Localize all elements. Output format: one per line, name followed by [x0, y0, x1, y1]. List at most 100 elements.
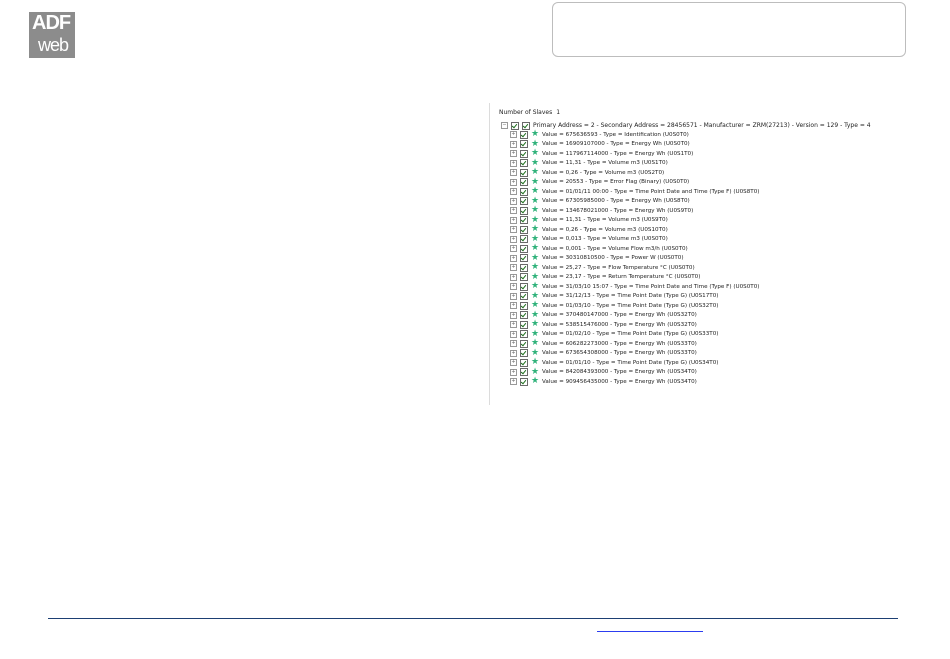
value-rows: + ★ Value = 675636593 - Type = Identificat…: [510, 130, 759, 387]
checkbox-icon[interactable]: [511, 121, 519, 130]
collapse-icon[interactable]: −: [501, 122, 508, 129]
checkbox-icon[interactable]: [520, 197, 528, 206]
expand-icon[interactable]: +: [510, 330, 517, 338]
expand-icon[interactable]: +: [510, 283, 517, 291]
expand-icon[interactable]: +: [510, 226, 517, 234]
checkbox-icon[interactable]: [520, 339, 528, 348]
tree-row[interactable]: + ★ Value = 0,26 - Type = Volume m3 (U0S2T…: [510, 168, 759, 178]
expand-icon[interactable]: +: [510, 169, 517, 177]
row-label: Value = 31/03/10 15:07 - Type = Time Poi…: [542, 283, 760, 290]
adfweb-logo: ADF web: [29, 12, 75, 58]
checkbox-icon[interactable]: [520, 273, 528, 282]
checkbox-icon[interactable]: [520, 320, 528, 329]
expand-icon[interactable]: +: [510, 150, 517, 158]
checkbox-icon[interactable]: [520, 149, 528, 158]
row-label: Value = 67305985000 - Type = Energy Wh (…: [542, 198, 690, 205]
checkbox-icon[interactable]: [520, 311, 528, 320]
expand-icon[interactable]: +: [510, 264, 517, 272]
tree-row[interactable]: + ★ Value = 909456435000 - Type = Energy W…: [510, 377, 759, 387]
checkbox-icon[interactable]: [520, 178, 528, 187]
tree-row[interactable]: + ★ Value = 538515476000 - Type = Energy W…: [510, 320, 759, 330]
expand-icon[interactable]: +: [510, 216, 517, 224]
checkbox-icon[interactable]: [520, 206, 528, 215]
checkbox-icon[interactable]: [520, 225, 528, 234]
row-label: Value = 20553 - Type = Error Flag (Binar…: [542, 179, 690, 186]
expand-icon[interactable]: +: [510, 292, 517, 300]
expand-icon[interactable]: +: [510, 340, 517, 348]
tree-row[interactable]: + ★ Value = 23,17 - Type = Return Temperat…: [510, 272, 759, 283]
expand-icon[interactable]: +: [510, 197, 517, 205]
expand-icon[interactable]: +: [510, 378, 517, 386]
tree-row[interactable]: + ★ Value = 0,001 - Type = Volume Flow m3/…: [510, 244, 759, 254]
tree-row[interactable]: + ★ Value = 31/12/13 - Type = Time Point D…: [510, 291, 759, 302]
expand-icon[interactable]: +: [510, 235, 517, 243]
checkbox-icon[interactable]: [520, 349, 528, 358]
expand-icon[interactable]: +: [510, 349, 517, 357]
tree-row[interactable]: + ★ Value = 16909107000 - Type = Energy Wh…: [510, 139, 759, 150]
expand-icon[interactable]: +: [510, 311, 517, 319]
expand-icon[interactable]: +: [510, 273, 517, 281]
expand-icon[interactable]: +: [510, 245, 517, 253]
tree-row[interactable]: + ★ Value = 673654308000 - Type = Energy W…: [510, 348, 759, 359]
star-icon: ★: [531, 300, 540, 311]
row-label: Value = 842084393000 - Type = Energy Wh …: [542, 369, 697, 376]
checkbox-icon[interactable]: [522, 121, 530, 130]
expand-icon[interactable]: +: [510, 178, 517, 186]
tree-row[interactable]: + ★ Value = 01/01/10 - Type = Time Point D…: [510, 358, 759, 368]
checkbox-icon[interactable]: [520, 235, 528, 244]
checkbox-icon[interactable]: [520, 216, 528, 225]
checkbox-icon[interactable]: [520, 282, 528, 291]
footer-link[interactable]: [597, 631, 703, 632]
tree-row[interactable]: + ★ Value = 11,31 - Type = Volume m3 (U0S1…: [510, 158, 759, 169]
row-label: Value = 23,17 - Type = Return Temperatur…: [542, 274, 701, 281]
tree-row[interactable]: + ★ Value = 30310810500 - Type = Power W (…: [510, 253, 759, 264]
checkbox-icon[interactable]: [520, 377, 528, 386]
tree-row[interactable]: + ★ Value = 675636593 - Type = Identificat…: [510, 130, 759, 140]
expand-icon[interactable]: +: [510, 368, 517, 376]
checkbox-icon[interactable]: [520, 140, 528, 149]
header-box: [552, 2, 906, 57]
checkbox-icon[interactable]: [520, 358, 528, 367]
tree-row[interactable]: + ★ Value = 370480147000 - Type = Energy W…: [510, 310, 759, 321]
checkbox-icon[interactable]: [520, 368, 528, 377]
expand-icon[interactable]: +: [510, 359, 517, 367]
checkbox-icon[interactable]: [520, 263, 528, 272]
tree-row[interactable]: + ★ Value = 20553 - Type = Error Flag (Bin…: [510, 177, 759, 188]
expand-icon[interactable]: +: [510, 302, 517, 310]
star-icon: ★: [531, 205, 540, 216]
primary-node[interactable]: − Primary Address = 2 - Secondary Addres…: [501, 121, 871, 130]
checkbox-icon[interactable]: [520, 130, 528, 139]
tree-row[interactable]: + ★ Value = 0,26 - Type = Volume m3 (U0S10…: [510, 225, 759, 235]
tree-row[interactable]: + ★ Value = 01/03/10 - Type = Time Point D…: [510, 301, 759, 311]
expand-icon[interactable]: +: [510, 207, 517, 215]
checkbox-icon[interactable]: [520, 330, 528, 339]
expand-icon[interactable]: +: [510, 321, 517, 329]
tree-row[interactable]: + ★ Value = 134678021000 - Type = Energy W…: [510, 206, 759, 216]
checkbox-icon[interactable]: [520, 244, 528, 253]
checkbox-icon[interactable]: [520, 168, 528, 177]
tree-row[interactable]: + ★ Value = 0,013 - Type = Volume m3 (U0S0…: [510, 234, 759, 245]
star-icon: ★: [531, 376, 540, 387]
expand-icon[interactable]: +: [510, 188, 517, 196]
tree-row[interactable]: + ★ Value = 606282273000 - Type = Energy W…: [510, 339, 759, 349]
expand-icon[interactable]: +: [510, 159, 517, 167]
tree-row[interactable]: + ★ Value = 117967114000 - Type = Energy W…: [510, 149, 759, 159]
expand-icon[interactable]: +: [510, 254, 517, 262]
tree-row[interactable]: + ★ Value = 31/03/10 15:07 - Type = Time P…: [510, 282, 759, 292]
expand-icon[interactable]: +: [510, 131, 517, 139]
tree-row[interactable]: + ★ Value = 01/02/10 - Type = Time Point D…: [510, 329, 759, 340]
row-label: Value = 01/01/11 00:00 - Type = Time Poi…: [542, 188, 760, 195]
slaves-label: Number of Slaves: [499, 109, 553, 116]
expand-icon[interactable]: +: [510, 140, 517, 148]
checkbox-icon[interactable]: [520, 187, 528, 196]
checkbox-icon[interactable]: [520, 301, 528, 310]
tree-row[interactable]: + ★ Value = 01/01/11 00:00 - Type = Time P…: [510, 187, 759, 197]
row-label: Value = 31/12/13 - Type = Time Point Dat…: [542, 293, 719, 300]
checkbox-icon[interactable]: [520, 254, 528, 263]
tree-row[interactable]: + ★ Value = 842084393000 - Type = Energy W…: [510, 367, 759, 378]
checkbox-icon[interactable]: [520, 159, 528, 168]
tree-row[interactable]: + ★ Value = 25,27 - Type = Flow Temperatur…: [510, 263, 759, 273]
checkbox-icon[interactable]: [520, 292, 528, 301]
tree-row[interactable]: + ★ Value = 67305985000 - Type = Energy Wh…: [510, 196, 759, 207]
tree-row[interactable]: + ★ Value = 11,31 - Type = Volume m3 (U0S9…: [510, 215, 759, 226]
